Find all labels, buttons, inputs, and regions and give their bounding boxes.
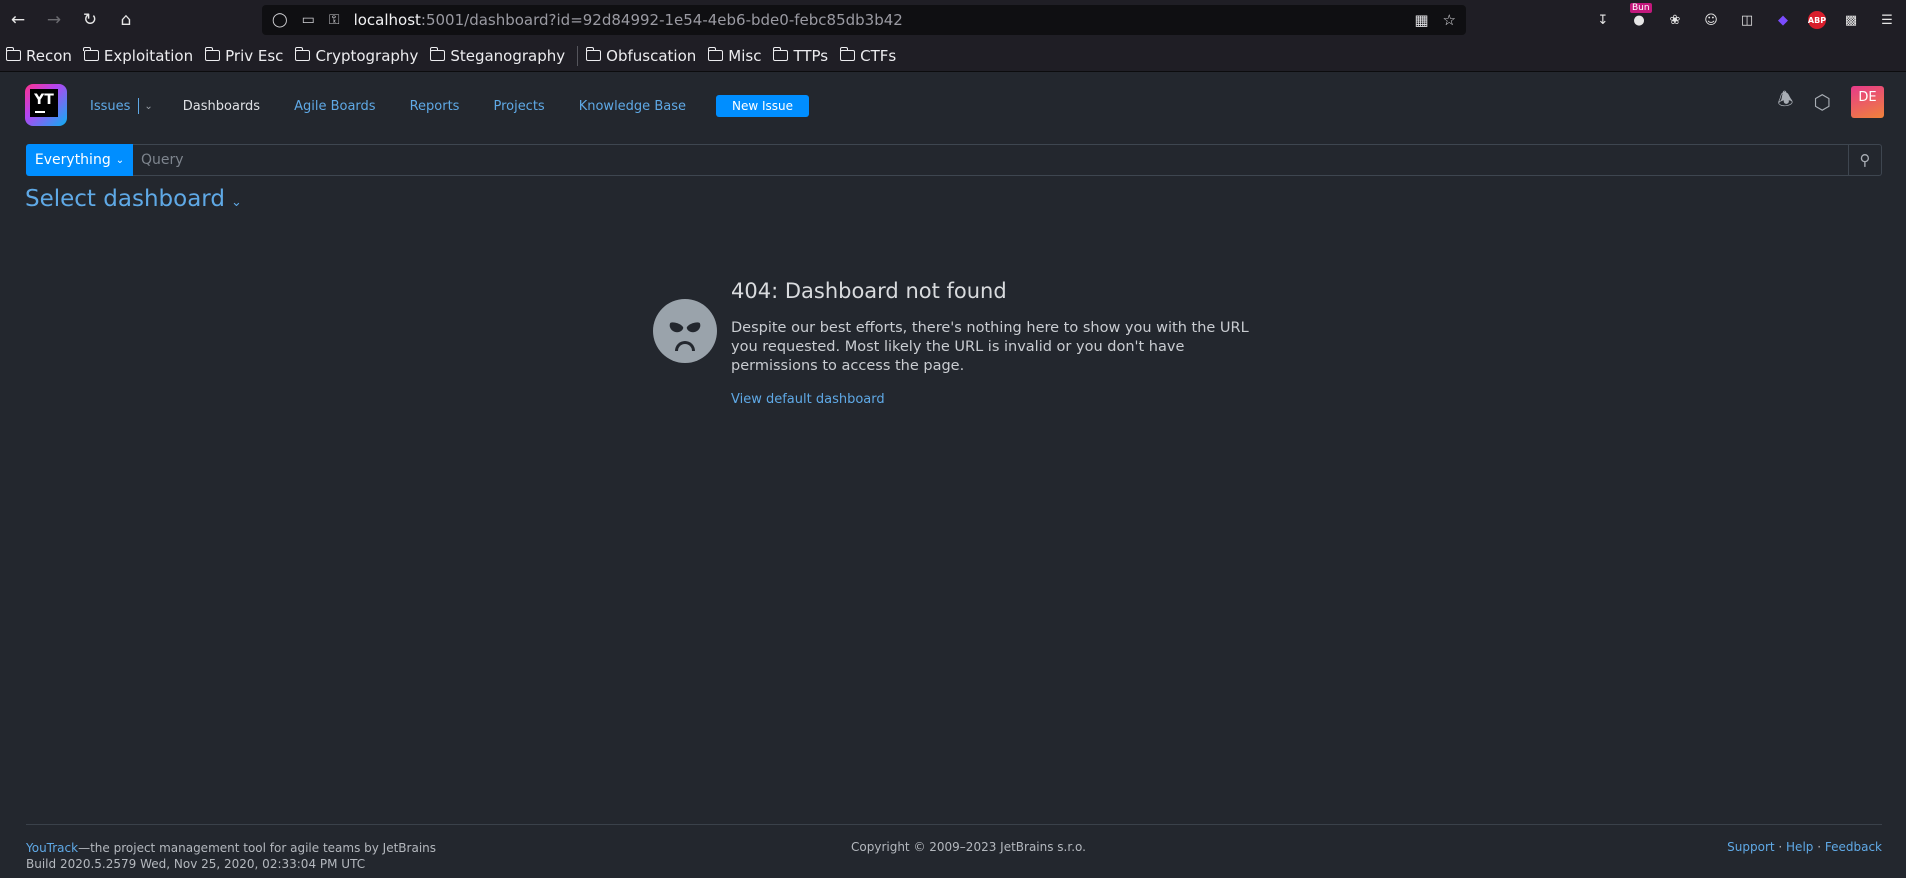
bookmark-folder[interactable]: Exploitation: [83, 46, 194, 65]
extension-face-icon[interactable]: ☺: [1700, 9, 1722, 31]
app-header: YT Issues ⌄ Dashboards Agile Boards Repo…: [0, 72, 1906, 138]
key-icon[interactable]: ⚿: [329, 12, 340, 28]
bookmark-label: Recon: [26, 46, 72, 65]
adblock-icon[interactable]: ABP: [1808, 11, 1826, 29]
user-avatar[interactable]: DE: [1851, 86, 1884, 118]
bookmark-label: Misc: [728, 46, 762, 65]
url-path: :5001/dashboard?id=92d84992-1e54-4eb6-bd…: [420, 11, 903, 29]
settings-gear-icon[interactable]: ⬡: [1814, 90, 1831, 114]
extension-badge: Bun: [1630, 3, 1652, 13]
menu-icon[interactable]: ☰: [1876, 9, 1898, 31]
bookmark-label: TTPs: [793, 46, 829, 65]
help-link[interactable]: Help: [1786, 840, 1813, 854]
nav-reports[interactable]: Reports: [410, 99, 460, 114]
bookmark-label: Obfuscation: [606, 46, 697, 65]
feedback-link[interactable]: Feedback: [1825, 840, 1882, 854]
nav-projects[interactable]: Projects: [493, 99, 544, 114]
error-message: Despite our best efforts, there's nothin…: [731, 320, 1249, 374]
nav-divider: [138, 98, 140, 114]
bookmark-label: Cryptography: [315, 46, 419, 65]
nav-issues-label: Issues: [90, 98, 131, 114]
nav-agile-boards[interactable]: Agile Boards: [294, 99, 375, 114]
shield-icon[interactable]: ◯: [272, 12, 288, 28]
youtrack-logo[interactable]: YT: [25, 84, 67, 126]
qr-code-icon[interactable]: ▦: [1414, 11, 1428, 29]
folder-icon: [5, 47, 21, 61]
url-host: localhost: [353, 11, 421, 29]
footer-tagline: —the project management tool for agile t…: [78, 841, 437, 855]
bookmark-folder[interactable]: Priv Esc: [204, 46, 284, 65]
extensions-icon[interactable]: ▩: [1840, 9, 1862, 31]
sad-face-icon: [653, 299, 717, 363]
search-context-button[interactable]: Everything ⌄: [26, 144, 133, 176]
bookmark-folder[interactable]: TTPs: [772, 46, 829, 65]
folder-icon: [585, 47, 602, 61]
bookmark-label: Steganography: [450, 46, 566, 65]
bookmarks-bar: Recon Exploitation Priv Esc Cryptography…: [0, 40, 1906, 72]
folder-icon: [294, 47, 311, 61]
extension-column-icon[interactable]: ◫: [1736, 9, 1758, 31]
forward-icon[interactable]: →: [36, 0, 72, 40]
bookmark-label: Exploitation: [103, 46, 194, 65]
folder-icon: [707, 47, 724, 61]
bookmark-folder[interactable]: Cryptography: [294, 46, 419, 65]
extension-bun-icon[interactable]: ● Bun: [1628, 3, 1652, 31]
folder-icon: [83, 47, 99, 61]
search-context-label: Everything: [34, 152, 111, 168]
logo-text: YT: [30, 89, 58, 117]
chevron-down-icon: ⌄: [115, 154, 125, 166]
view-default-dashboard-link[interactable]: View default dashboard: [731, 392, 885, 407]
folder-icon: [772, 47, 789, 61]
folder-icon: [429, 47, 446, 61]
new-issue-button[interactable]: New Issue: [715, 95, 809, 117]
main-nav: Issues ⌄ Dashboards Agile Boards Reports…: [90, 95, 809, 117]
error-title: 404: Dashboard not found: [731, 279, 1007, 303]
bookmark-folder[interactable]: Obfuscation: [585, 46, 697, 65]
bookmark-folder[interactable]: CTFs: [839, 46, 897, 65]
cookie-icon[interactable]: ❀: [1664, 9, 1686, 31]
support-link[interactable]: Support: [1727, 840, 1774, 854]
nav-knowledge-base[interactable]: Knowledge Base: [579, 99, 686, 114]
search-input[interactable]: [133, 144, 1849, 176]
url-bar[interactable]: ◯ ▭ ⚿ localhost:5001/dashboard?id=92d849…: [262, 5, 1466, 35]
nav-dashboards[interactable]: Dashboards: [183, 99, 260, 114]
footer-build: Build 2020.5.2579 Wed, Nov 25, 2020, 02:…: [26, 857, 366, 871]
footer-info: YouTrack—the project management tool for…: [26, 840, 436, 872]
folder-icon: [204, 47, 221, 61]
home-icon[interactable]: ⌂: [108, 0, 144, 40]
footer-copyright: Copyright © 2009–2023 JetBrains s.r.o.: [851, 840, 1086, 854]
bookmark-separator: [577, 45, 579, 66]
search-icon[interactable]: ⚲: [1849, 144, 1882, 176]
folder-icon: [839, 47, 856, 61]
page-icon: ▭: [301, 12, 315, 28]
bookmark-folder[interactable]: Steganography: [429, 46, 566, 65]
nav-issues[interactable]: Issues ⌄: [90, 98, 153, 114]
browser-toolbar: ← → ↻ ⌂ ◯ ▭ ⚿ localhost:5001/dashboard?i…: [0, 0, 1906, 40]
select-dashboard-label: Select dashboard: [25, 186, 225, 212]
reload-icon[interactable]: ↻: [72, 0, 108, 40]
search-bar: Everything ⌄ ⚲: [26, 144, 1882, 176]
chevron-down-icon[interactable]: ⌄: [144, 101, 152, 112]
back-icon[interactable]: ←: [0, 0, 36, 40]
extension-layers-icon[interactable]: ◆: [1772, 9, 1794, 31]
bookmark-folder[interactable]: Misc: [707, 46, 762, 65]
footer-divider: [26, 824, 1882, 825]
download-icon[interactable]: ↧: [1592, 9, 1614, 31]
chevron-down-icon: ⌄: [230, 194, 242, 210]
youtrack-link[interactable]: YouTrack: [26, 841, 78, 855]
bookmark-label: CTFs: [860, 46, 897, 65]
select-dashboard-dropdown[interactable]: Select dashboard ⌄: [25, 186, 242, 212]
notifications-bell-icon[interactable]: 🕭: [1777, 87, 1793, 117]
bookmark-star-icon[interactable]: ☆: [1443, 11, 1456, 29]
footer-links: Support · Help · Feedback: [1727, 840, 1882, 854]
bookmark-label: Priv Esc: [225, 46, 284, 65]
bookmark-folder[interactable]: Recon: [5, 46, 72, 65]
